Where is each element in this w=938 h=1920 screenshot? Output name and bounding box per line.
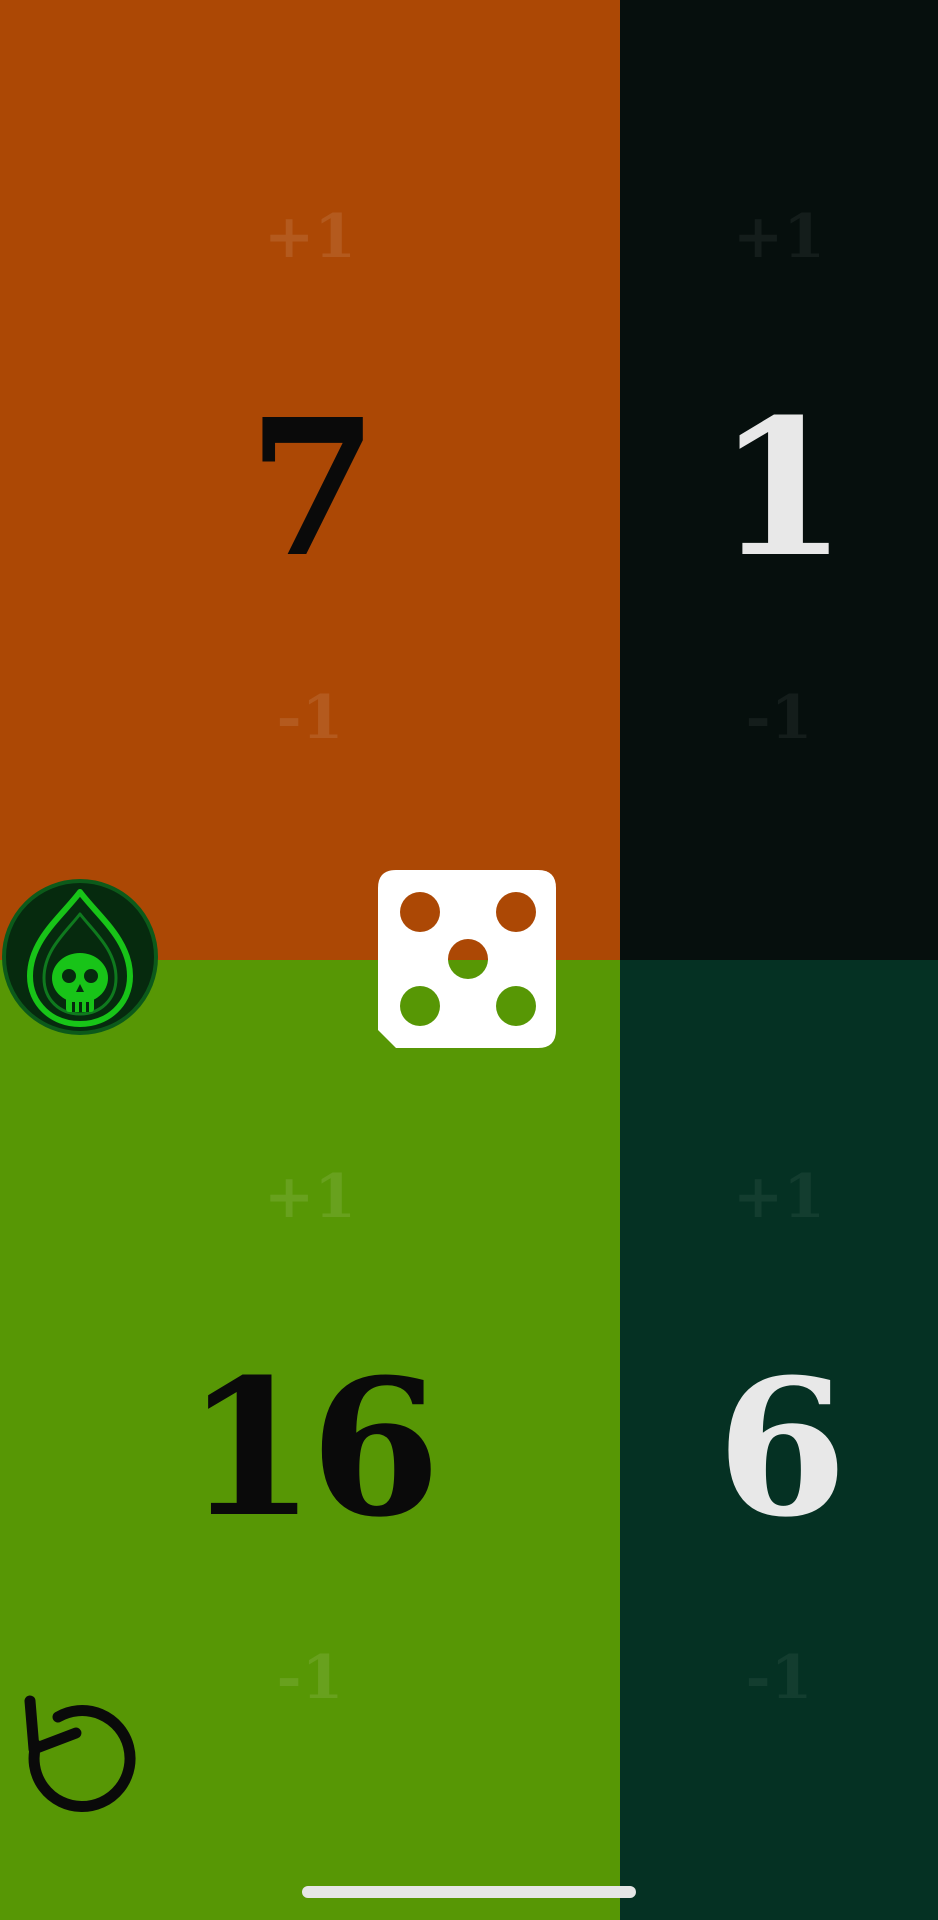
life-counter-app: +1 7 -1 +1 1 -1 +1 16 -1 +1 6 -1 <box>0 0 938 1920</box>
home-indicator[interactable] <box>302 1886 636 1898</box>
increment-button[interactable]: +1 <box>620 1167 938 1227</box>
life-total: 16 <box>185 1338 441 1559</box>
increment-button[interactable]: +1 <box>620 207 938 267</box>
dice-five-icon <box>378 870 556 1048</box>
life-total: 6 <box>716 1338 848 1559</box>
player-panel-top-left: +1 7 -1 <box>0 0 620 960</box>
player-panel-top-right: +1 1 -1 <box>620 0 938 960</box>
decrement-button[interactable]: -1 <box>0 688 620 748</box>
life-total: 7 <box>247 378 379 599</box>
life-total: 1 <box>716 378 848 599</box>
poison-counter-button[interactable] <box>2 878 158 1036</box>
increment-button[interactable]: +1 <box>0 1167 620 1227</box>
decrement-button[interactable]: -1 <box>620 1648 938 1708</box>
reset-arrow-icon <box>24 1695 136 1812</box>
dice-roll-button[interactable] <box>374 866 560 1052</box>
increment-button[interactable]: +1 <box>0 207 620 267</box>
reset-button[interactable] <box>22 1695 144 1817</box>
skull-poison-drop-icon <box>2 879 158 1035</box>
decrement-button[interactable]: -1 <box>620 688 938 748</box>
player-panel-bottom-right: +1 6 -1 <box>620 960 938 1920</box>
